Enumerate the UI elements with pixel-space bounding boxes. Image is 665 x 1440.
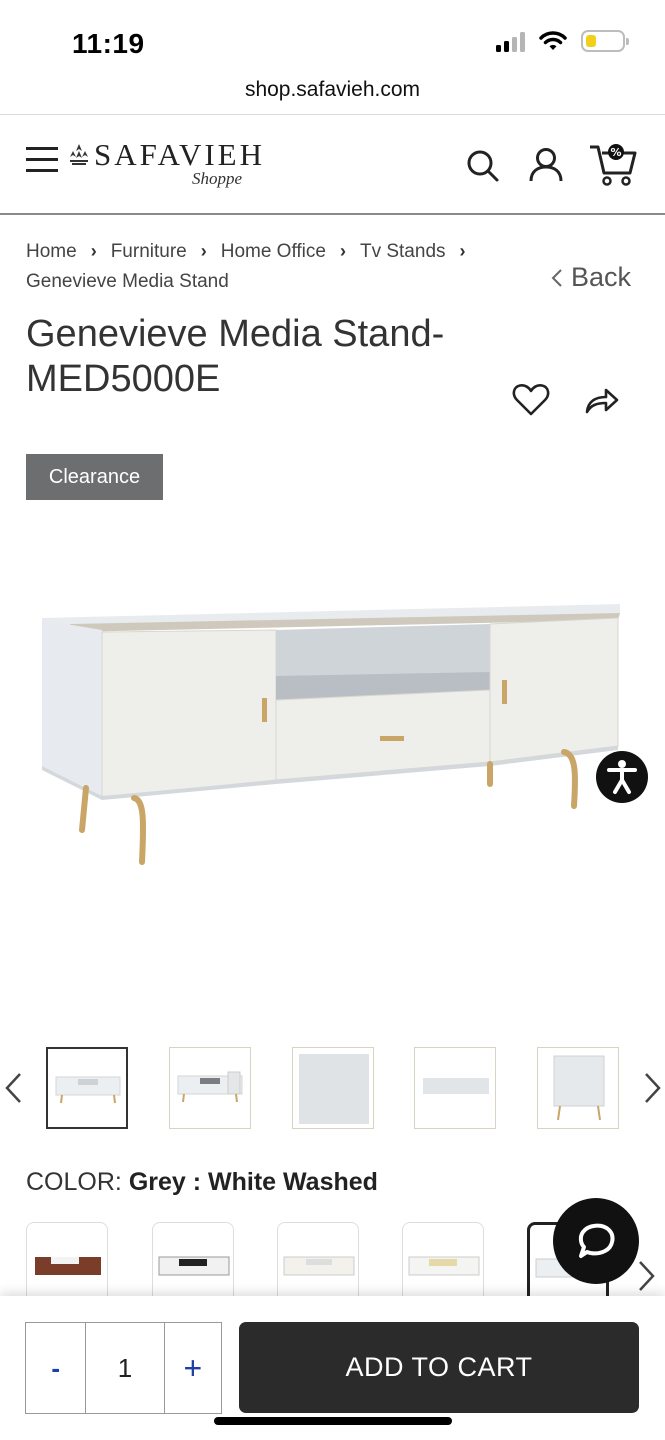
- chevron-right-icon: ›: [459, 241, 466, 261]
- thumbnail-image: [299, 1054, 369, 1124]
- user-icon[interactable]: [528, 147, 564, 183]
- thumbnail-image: [423, 1078, 489, 1094]
- swatch-image: [283, 1256, 355, 1276]
- color-swatch-2[interactable]: [152, 1222, 234, 1296]
- quantity-stepper: - 1 +: [25, 1322, 222, 1414]
- thumbnail-5[interactable]: [537, 1047, 619, 1129]
- accessibility-icon: [607, 760, 637, 794]
- status-icons: [496, 30, 629, 52]
- quantity-value[interactable]: 1: [85, 1323, 165, 1413]
- thumbnail-image: [55, 1076, 121, 1104]
- quantity-decrease-button[interactable]: -: [26, 1323, 85, 1413]
- chevron-right-icon: ›: [90, 241, 97, 261]
- svg-text:%: %: [610, 146, 621, 159]
- chat-icon: [578, 1223, 615, 1258]
- safavieh-logo[interactable]: SAFAVIEH Shoppe: [68, 135, 268, 195]
- breadcrumb-home[interactable]: Home: [26, 241, 77, 262]
- chevron-right-icon[interactable]: [638, 1260, 656, 1292]
- search-icon[interactable]: [466, 149, 500, 183]
- thumbnail-3[interactable]: [292, 1047, 374, 1129]
- back-link[interactable]: Back: [551, 262, 631, 293]
- browser-url[interactable]: shop.safavieh.com: [0, 78, 665, 102]
- thumbnail-image: [177, 1071, 243, 1103]
- color-swatch-3[interactable]: [277, 1222, 359, 1296]
- logo-subtitle: Shoppe: [192, 169, 243, 188]
- chevron-right-icon: ›: [200, 241, 207, 261]
- cellular-signal-icon: [496, 30, 525, 52]
- product-main-image[interactable]: [30, 580, 630, 880]
- chevron-right-icon: ›: [339, 241, 346, 261]
- color-selection: COLOR: Grey : White Washed: [26, 1168, 378, 1197]
- home-indicator: [214, 1417, 452, 1425]
- quantity-increase-button[interactable]: +: [165, 1323, 221, 1413]
- add-to-cart-button[interactable]: ADD TO CART: [239, 1322, 639, 1413]
- thumbnail-1[interactable]: [46, 1047, 128, 1129]
- wifi-icon: [539, 31, 567, 50]
- swatch-image: [35, 1257, 101, 1275]
- chevron-left-icon[interactable]: [4, 1072, 22, 1104]
- thumbnail-image: [553, 1055, 605, 1121]
- color-value: Grey : White Washed: [128, 1168, 378, 1196]
- swatch-image: [158, 1256, 230, 1276]
- swatch-image: [408, 1256, 480, 1276]
- back-label: Back: [570, 262, 631, 292]
- logo-text: SAFAVIEH: [94, 137, 265, 172]
- site-header: SAFAVIEH Shoppe %: [0, 115, 665, 215]
- chevron-right-icon[interactable]: [644, 1072, 662, 1104]
- accessibility-button[interactable]: [596, 751, 648, 803]
- status-bar: 11:19: [0, 0, 665, 70]
- color-swatch-4[interactable]: [402, 1222, 484, 1296]
- breadcrumb-furniture[interactable]: Furniture: [111, 241, 187, 262]
- chevron-left-icon: [551, 268, 562, 287]
- clearance-badge: Clearance: [26, 454, 163, 500]
- status-time: 11:19: [72, 28, 145, 59]
- battery-icon: [581, 30, 629, 52]
- heart-icon[interactable]: [512, 382, 550, 418]
- thumbnail-4[interactable]: [414, 1047, 496, 1129]
- breadcrumb-current: Genevieve Media Stand: [26, 271, 229, 292]
- breadcrumb-home-office[interactable]: Home Office: [221, 241, 326, 262]
- color-label: COLOR:: [26, 1168, 122, 1196]
- product-title: Genevieve Media Stand-MED5000E: [26, 313, 445, 400]
- logo-mark-icon: [70, 144, 88, 165]
- color-swatch-1[interactable]: [26, 1222, 108, 1296]
- cart-icon[interactable]: %: [588, 141, 640, 189]
- hamburger-menu-icon[interactable]: [26, 147, 58, 173]
- breadcrumb-tv-stands[interactable]: Tv Stands: [360, 241, 446, 262]
- chat-button[interactable]: [553, 1198, 639, 1284]
- share-icon[interactable]: [584, 384, 620, 418]
- breadcrumb: Home › Furniture › Home Office › Tv Stands › Ge…: [26, 236, 526, 297]
- thumbnail-2[interactable]: [169, 1047, 251, 1129]
